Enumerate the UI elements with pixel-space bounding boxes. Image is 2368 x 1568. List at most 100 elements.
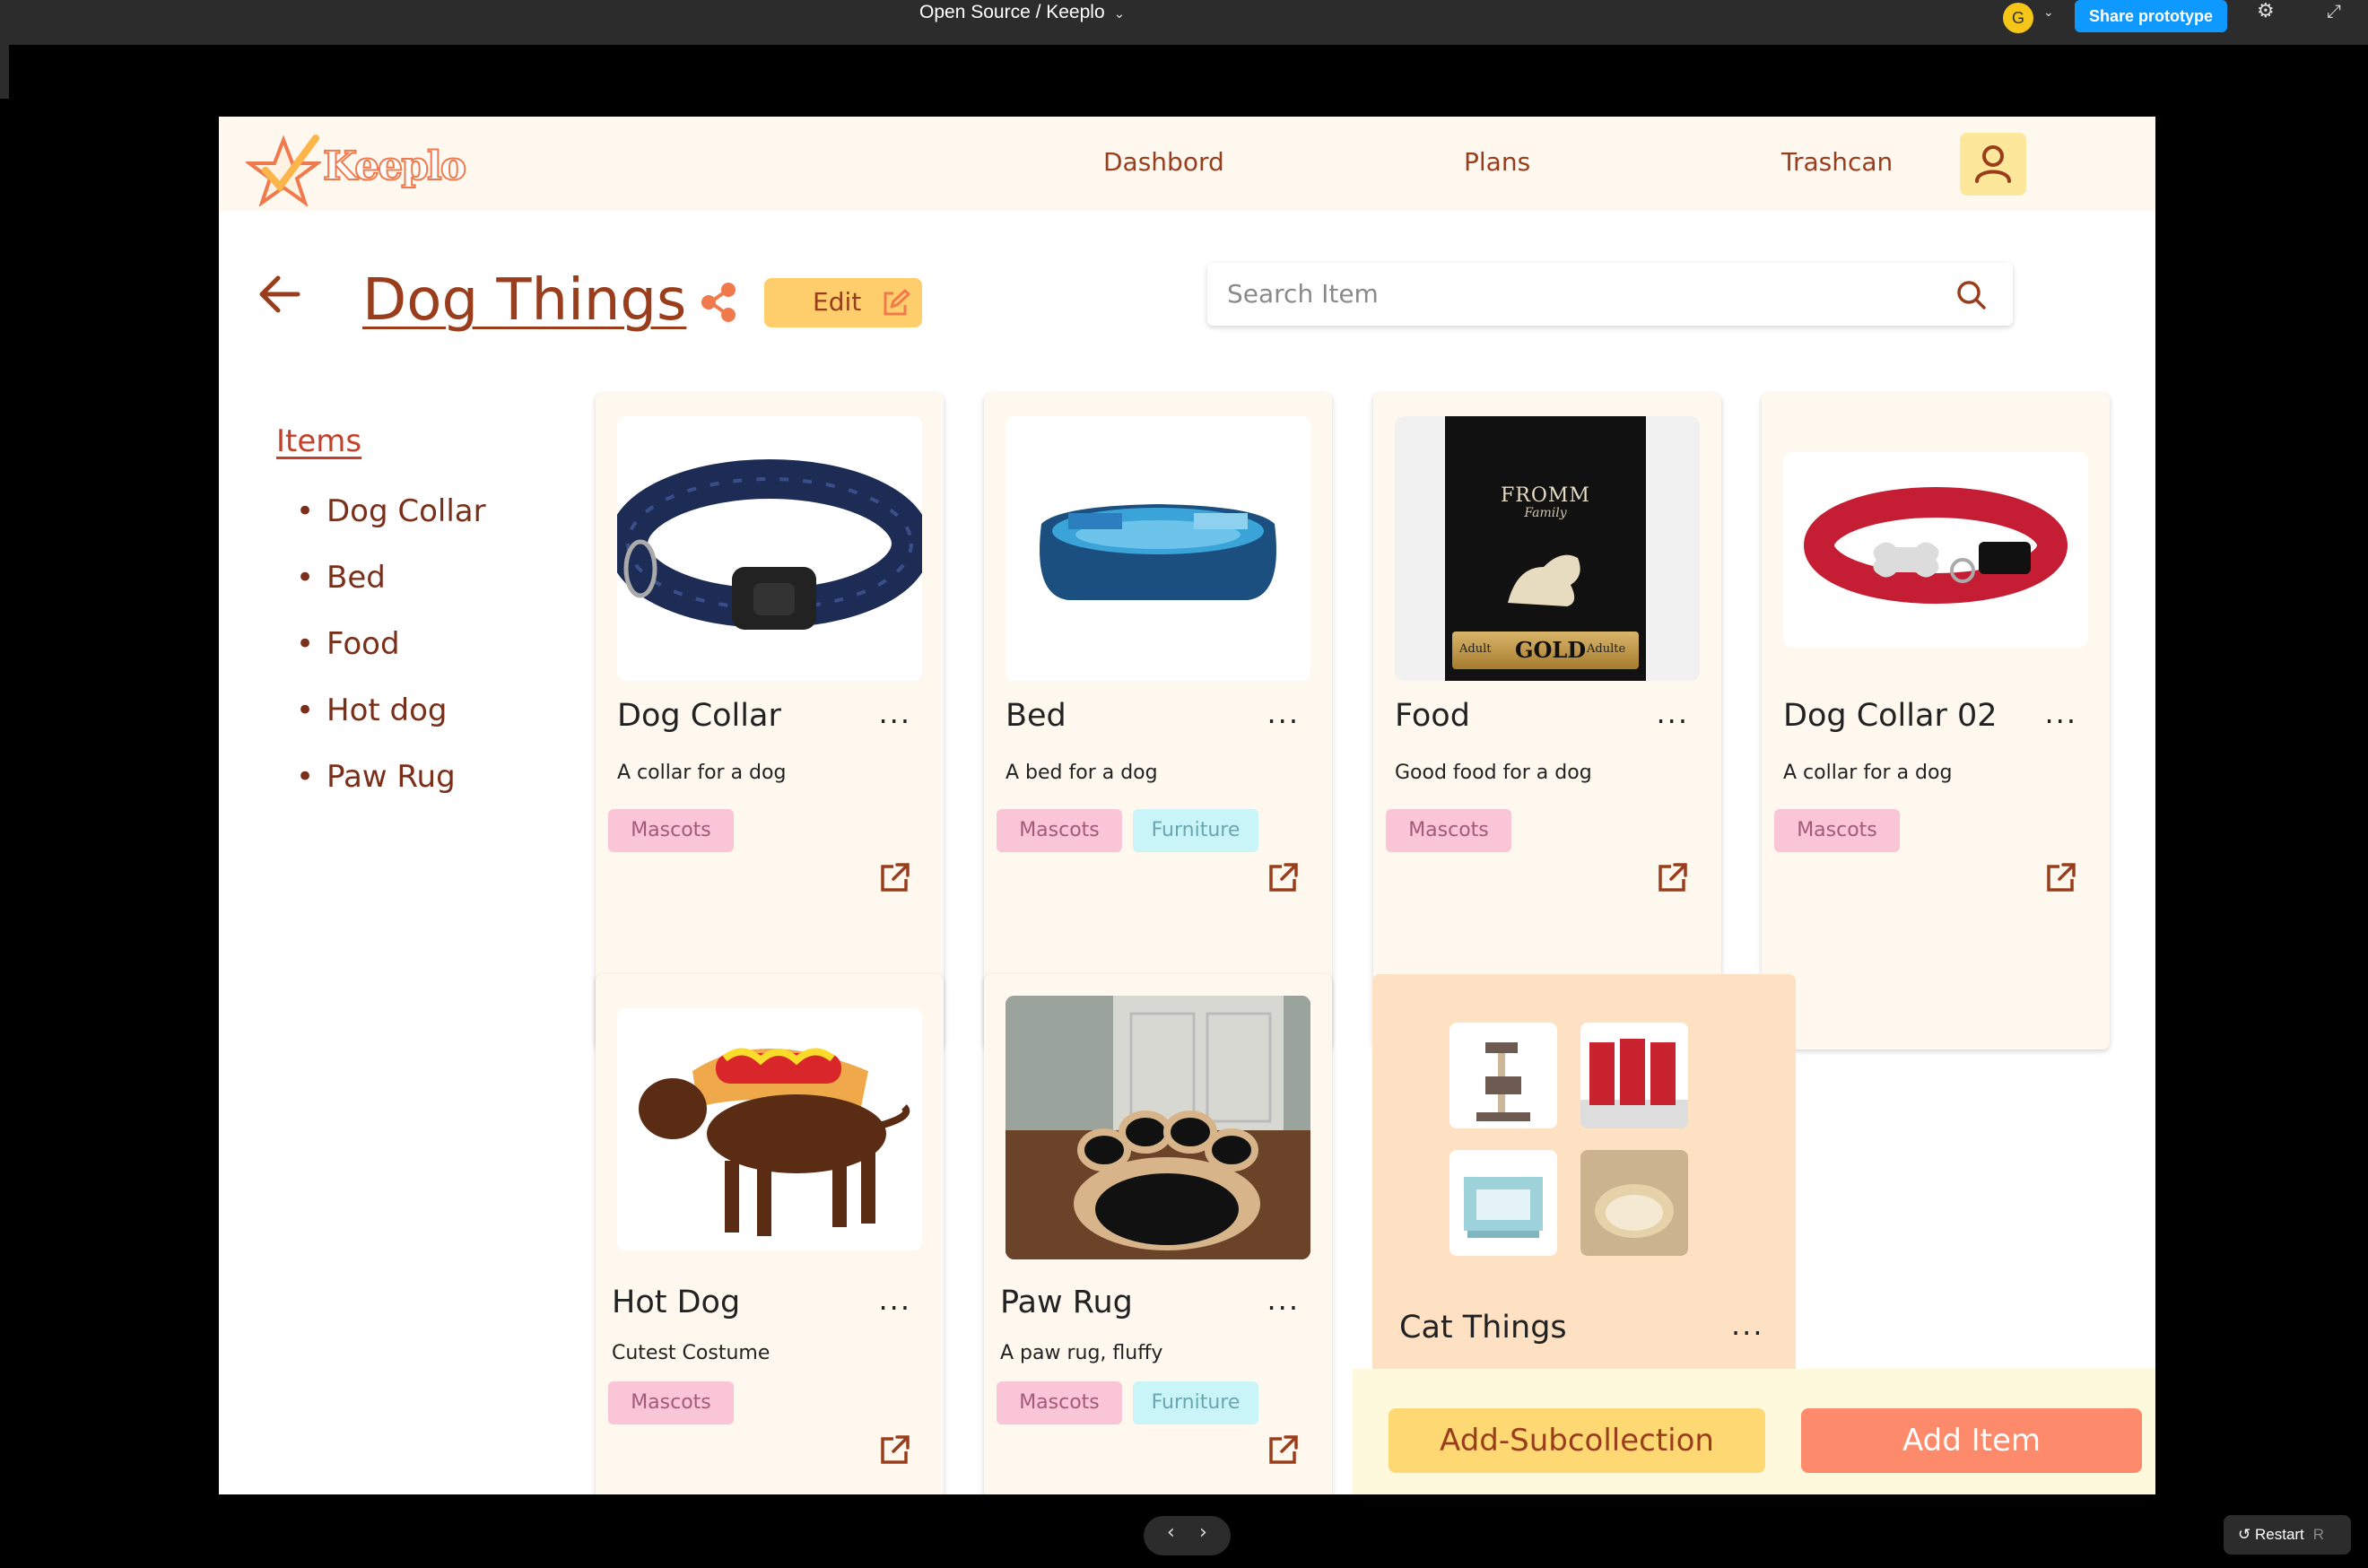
- share-prototype-button[interactable]: Share prototype: [2075, 0, 2227, 32]
- item-card[interactable]: Hot Dog ... Cutest Costume Mascots: [596, 974, 944, 1494]
- open-external-icon[interactable]: [2045, 861, 2077, 893]
- tag-furniture[interactable]: Furniture: [1133, 809, 1258, 852]
- items-list: Dog Collar Bed Food Hot dog Paw Rug: [296, 493, 486, 825]
- left-panel-edge: [0, 45, 9, 99]
- tag-mascots[interactable]: Mascots: [997, 809, 1122, 852]
- list-item[interactable]: Dog Collar: [296, 493, 486, 560]
- page-title: Dog Things: [362, 267, 687, 334]
- add-item-button[interactable]: Add Item: [1801, 1408, 2142, 1473]
- more-menu-icon[interactable]: ...: [878, 1283, 911, 1317]
- card-description: A collar for a dog: [617, 762, 787, 784]
- tag-list: Mascots Furniture: [997, 809, 1269, 852]
- edit-label: Edit: [813, 287, 862, 317]
- restart-shortcut: R: [2312, 1526, 2325, 1543]
- tag-mascots[interactable]: Mascots: [997, 1381, 1122, 1424]
- keeplo-star-check-icon[interactable]: [246, 135, 321, 206]
- open-external-icon[interactable]: [1657, 861, 1689, 893]
- open-external-icon[interactable]: [1267, 1433, 1300, 1466]
- dog-silhouette-icon: [1508, 554, 1580, 606]
- card-title: Hot Dog: [612, 1285, 741, 1320]
- tag-list: Mascots: [608, 1381, 744, 1424]
- card-title: Paw Rug: [1000, 1285, 1133, 1320]
- red-collar-image: [1783, 452, 2088, 648]
- more-menu-icon[interactable]: ...: [1731, 1308, 1764, 1342]
- food-bag: FROMM Family Adult GOLD Adulte: [1445, 416, 1646, 681]
- app-header: Keeplo Dashbord Plans Trashcan: [219, 117, 2155, 211]
- cat-litter-thumbnail: [1580, 1023, 1688, 1128]
- more-menu-icon[interactable]: ...: [1267, 1283, 1300, 1317]
- list-item[interactable]: Hot dog: [296, 693, 486, 759]
- food-bag-brand: FROMM: [1501, 484, 1590, 507]
- chevron-right-icon[interactable]: ›: [1199, 1521, 1207, 1544]
- list-item[interactable]: Paw Rug: [296, 759, 486, 825]
- tag-mascots[interactable]: Mascots: [608, 809, 734, 852]
- item-card[interactable]: Dog Collar ... A collar for a dog Mascot…: [596, 393, 944, 1050]
- settings-sliders-icon[interactable]: ⚙: [2257, 0, 2275, 22]
- paw-rug-image: [1006, 996, 1310, 1259]
- edit-button[interactable]: Edit: [764, 278, 922, 327]
- tag-list: Mascots: [608, 809, 744, 852]
- more-menu-icon[interactable]: ...: [878, 696, 911, 730]
- open-external-icon[interactable]: [1267, 861, 1300, 893]
- logo-text[interactable]: Keeplo: [322, 143, 467, 190]
- items-heading[interactable]: Items: [276, 423, 361, 459]
- cat-bed-thumbnail: [1450, 1150, 1557, 1256]
- gold-label: Adult GOLD Adulte: [1452, 632, 1639, 669]
- share-icon[interactable]: [700, 282, 739, 323]
- tag-mascots[interactable]: Mascots: [1386, 809, 1511, 852]
- edit-pencil-icon: [884, 289, 910, 316]
- user-icon: [1975, 145, 2011, 183]
- restart-button[interactable]: ↺ Restart R: [2224, 1515, 2351, 1555]
- more-menu-icon[interactable]: ...: [2044, 696, 2077, 730]
- item-card[interactable]: FROMM Family Adult GOLD Adulte Food ... …: [1373, 393, 1721, 1050]
- search-input[interactable]: [1227, 275, 1927, 311]
- nav-trashcan[interactable]: Trashcan: [1781, 147, 1893, 177]
- list-item[interactable]: Bed: [296, 560, 486, 626]
- prototype-toolbar: Open Source / Keeplo ⌄ G ⌄ Share prototyp…: [0, 0, 2368, 45]
- tag-mascots[interactable]: Mascots: [608, 1381, 734, 1424]
- avatar[interactable]: G: [2003, 3, 2033, 33]
- nav-dashboard[interactable]: Dashbord: [1103, 147, 1224, 177]
- tag-mascots[interactable]: Mascots: [1774, 809, 1900, 852]
- open-external-icon[interactable]: [879, 861, 911, 893]
- card-title: Dog Collar: [617, 698, 781, 734]
- expand-icon[interactable]: ⤢: [2327, 0, 2341, 22]
- card-description: Good food for a dog: [1395, 762, 1592, 784]
- food-bag-line: Family: [1524, 506, 1567, 520]
- card-description: A collar for a dog: [1783, 762, 1953, 784]
- restart-label: Restart: [2254, 1526, 2304, 1543]
- open-external-icon[interactable]: [879, 1433, 911, 1466]
- add-subcollection-button[interactable]: Add-Subcollection: [1389, 1408, 1765, 1473]
- item-card[interactable]: Paw Rug ... A paw rug, fluffy Mascots Fur…: [984, 974, 1332, 1494]
- chevron-left-icon[interactable]: ‹: [1167, 1521, 1175, 1544]
- app-frame: Keeplo Dashbord Plans Trashcan Dog Thing…: [219, 117, 2155, 1494]
- tag-list: Mascots: [1386, 809, 1522, 852]
- item-card[interactable]: Bed ... A bed for a dog Mascots Furniture: [984, 393, 1332, 1050]
- project-title: Open Source / Keeplo: [919, 2, 1105, 22]
- nav-plans[interactable]: Plans: [1464, 147, 1530, 177]
- card-title: Bed: [1006, 698, 1066, 734]
- project-title-menu[interactable]: Open Source / Keeplo ⌄: [919, 0, 1125, 25]
- subcollection-card[interactable]: Cat Things ...: [1372, 974, 1796, 1405]
- dog-bed-image: [1006, 416, 1310, 681]
- more-menu-icon[interactable]: ...: [1267, 696, 1300, 730]
- user-profile-button[interactable]: [1960, 133, 2026, 196]
- card-description: A paw rug, fluffy: [1000, 1342, 1163, 1364]
- item-card[interactable]: Dog Collar 02 ... A collar for a dog Mas…: [1762, 393, 2110, 1050]
- list-item[interactable]: Food: [296, 626, 486, 693]
- more-menu-icon[interactable]: ...: [1656, 696, 1689, 730]
- subcollection-title: Cat Things: [1399, 1310, 1567, 1346]
- chevron-down-icon[interactable]: ⌄: [2043, 5, 2054, 20]
- dog-food-bag-image: FROMM Family Adult GOLD Adulte: [1395, 416, 1700, 681]
- search-icon[interactable]: [1954, 277, 1989, 313]
- hot-dog-costume-image: [617, 1008, 922, 1250]
- cat-basket-thumbnail: [1580, 1150, 1688, 1256]
- cat-tree-thumbnail: [1450, 1023, 1557, 1128]
- tag-furniture[interactable]: Furniture: [1133, 1381, 1258, 1424]
- prototype-pager: ‹ ›: [1144, 1516, 1231, 1555]
- card-description: Cutest Costume: [612, 1342, 770, 1364]
- back-arrow-icon[interactable]: [253, 267, 307, 321]
- card-title: Dog Collar 02: [1783, 698, 1998, 734]
- dog-collar-image: [617, 416, 922, 681]
- tag-list: Mascots: [1774, 809, 1911, 852]
